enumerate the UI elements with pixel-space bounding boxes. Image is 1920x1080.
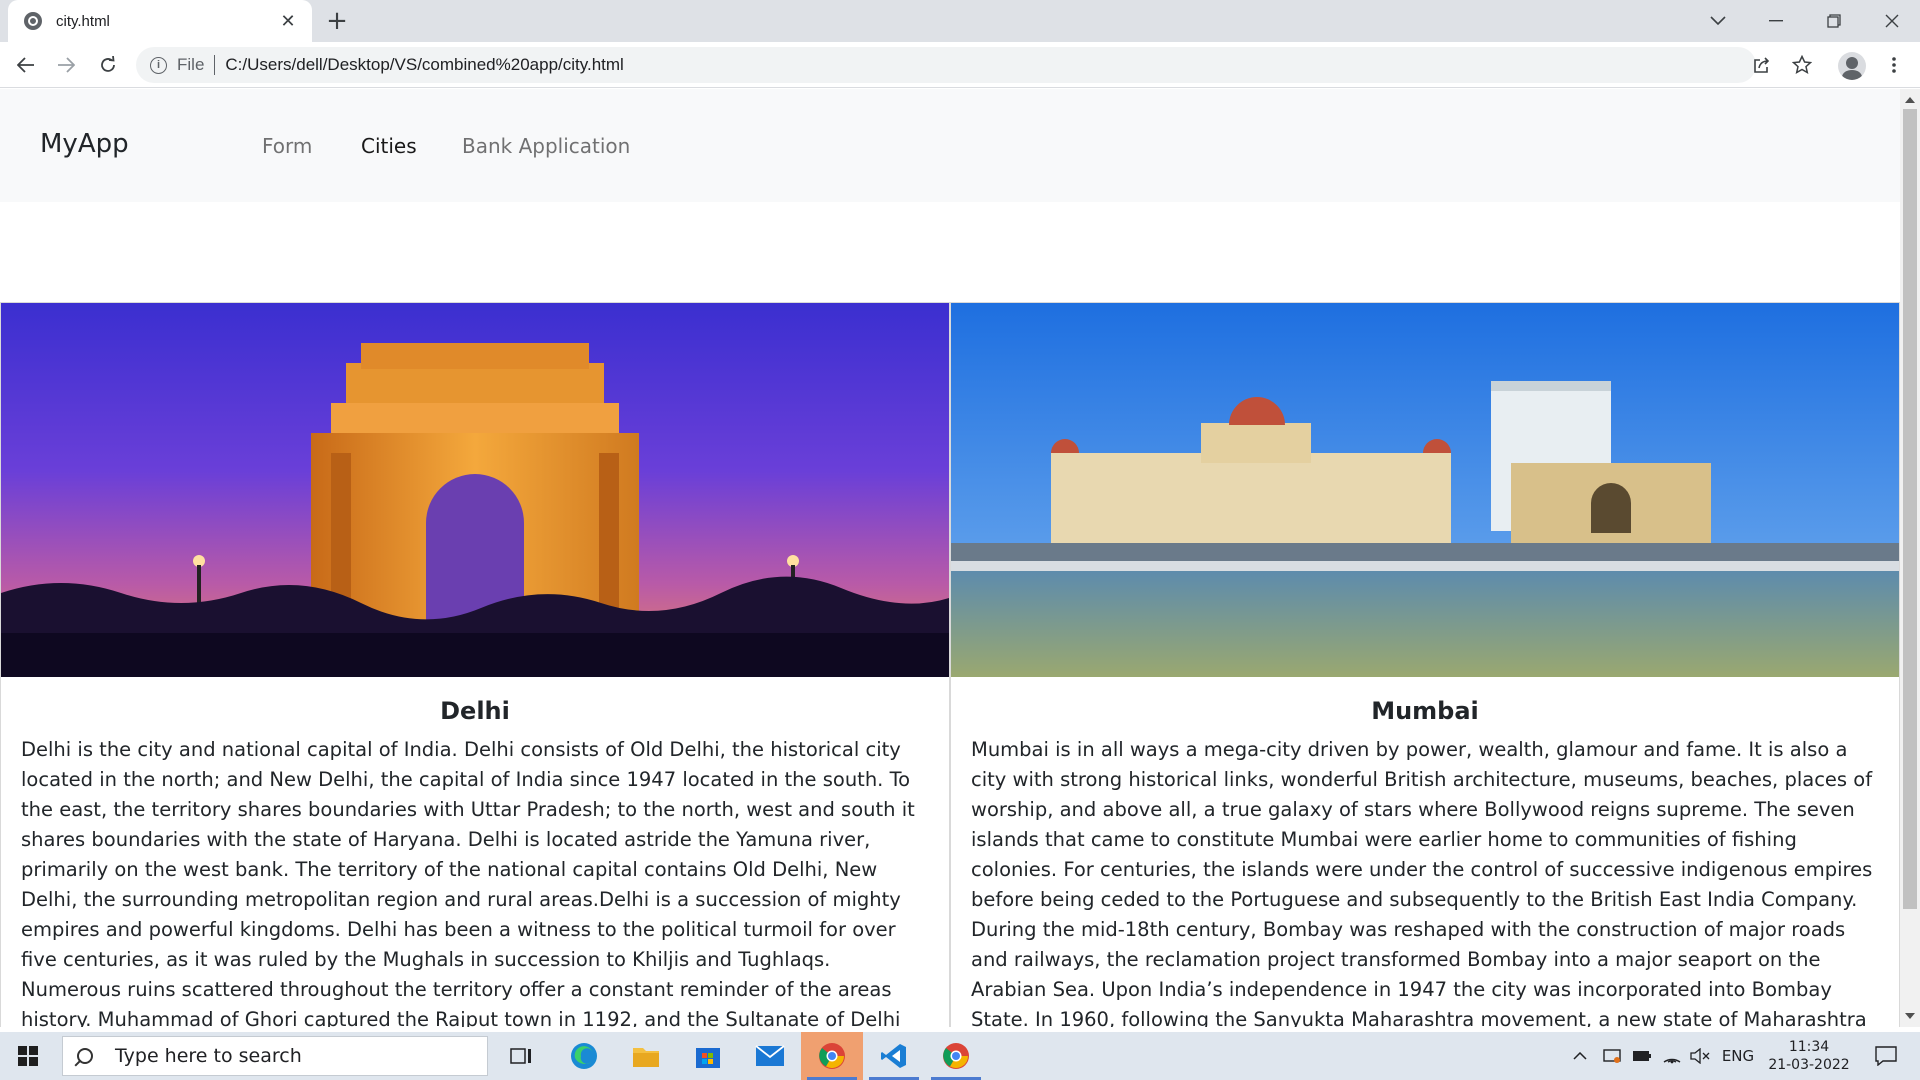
profile-icon[interactable] [1838, 52, 1866, 80]
india-gate-image [1, 303, 949, 677]
back-icon[interactable] [10, 49, 42, 81]
browser-tab-strip: city.html ✕ + [0, 0, 1920, 42]
taskbar-search-placeholder: Type here to search [115, 1045, 302, 1067]
url-text[interactable]: C:/Users/dell/Desktop/VS/combined%20app/… [225, 55, 623, 75]
minimize-window-icon[interactable] [1748, 0, 1804, 42]
language-indicator[interactable]: ENG [1718, 1032, 1758, 1080]
close-window-icon[interactable] [1864, 0, 1920, 42]
tab-search-chevron-icon[interactable] [1690, 0, 1746, 42]
page-scrollbar[interactable] [1900, 89, 1920, 1027]
city-card-mumbai: Mumbai Mumbai is in all ways a mega-city… [950, 302, 1900, 1027]
page-viewport: MyApp Form Cities Bank Application Delhi… [0, 89, 1900, 1027]
windows-taskbar: Type here to search ENG 11:34 21-03-2022 [0, 1032, 1920, 1080]
clock-time: 11:34 [1788, 1039, 1830, 1055]
search-icon [77, 1048, 93, 1064]
meet-now-icon[interactable] [1600, 1032, 1624, 1080]
wifi-icon[interactable] [1660, 1032, 1684, 1080]
clock-date: 21-03-2022 [1768, 1057, 1850, 1073]
mumbai-taj-gateway-image [951, 303, 1899, 677]
address-bar[interactable]: i File C:/Users/dell/Desktop/VS/combined… [136, 47, 1756, 83]
taskbar-clock[interactable]: 11:34 21-03-2022 [1764, 1038, 1854, 1074]
new-tab-button[interactable]: + [320, 6, 354, 36]
browser-tab[interactable]: city.html ✕ [8, 0, 312, 42]
store-icon[interactable] [677, 1032, 739, 1080]
card-text-mumbai: Mumbai is in all ways a mega-city driven… [971, 738, 1873, 1027]
brand-logo[interactable]: MyApp [40, 129, 129, 159]
restore-window-icon[interactable] [1806, 0, 1862, 42]
url-scheme: File [177, 55, 205, 74]
menu-icon[interactable] [1880, 51, 1908, 79]
close-tab-icon[interactable]: ✕ [276, 9, 300, 33]
chrome-profile-icon[interactable] [801, 1032, 863, 1080]
scroll-down-arrow-icon[interactable] [1905, 1013, 1915, 1019]
vscode-icon[interactable] [863, 1032, 925, 1080]
edge-icon[interactable] [553, 1032, 615, 1080]
share-icon[interactable] [1748, 51, 1776, 79]
reload-icon[interactable] [92, 49, 124, 81]
scroll-up-arrow-icon[interactable] [1905, 97, 1915, 103]
task-view-icon[interactable] [490, 1032, 552, 1080]
chrome-icon[interactable] [925, 1032, 987, 1080]
url-separator [214, 55, 216, 75]
city-card-delhi: Delhi Delhi is the city and national cap… [0, 302, 950, 1027]
app-navbar: MyApp Form Cities Bank Application [0, 89, 1900, 202]
nav-link-cities[interactable]: Cities [361, 134, 417, 158]
file-explorer-icon[interactable] [615, 1032, 677, 1080]
card-title-delhi: Delhi [440, 697, 510, 725]
scroll-thumb[interactable] [1903, 109, 1917, 909]
nav-link-form[interactable]: Form [262, 134, 312, 158]
chevron-up-icon[interactable] [1570, 1032, 1590, 1080]
forward-icon[interactable] [50, 49, 82, 81]
star-icon[interactable] [1788, 51, 1816, 79]
nav-link-bank-application[interactable]: Bank Application [462, 134, 630, 158]
browser-toolbar: i File C:/Users/dell/Desktop/VS/combined… [0, 42, 1920, 88]
taskbar-search-box[interactable]: Type here to search [62, 1036, 488, 1076]
volume-muted-icon[interactable] [1688, 1032, 1712, 1080]
battery-icon[interactable] [1630, 1032, 1654, 1080]
card-title-mumbai: Mumbai [1371, 697, 1479, 725]
windows-start-icon[interactable] [0, 1032, 56, 1080]
notifications-icon[interactable] [1866, 1032, 1906, 1080]
globe-icon [24, 12, 42, 30]
card-text-delhi: Delhi is the city and national capital o… [21, 738, 915, 1027]
info-icon[interactable]: i [150, 56, 167, 74]
city-cards: Delhi Delhi is the city and national cap… [0, 302, 1900, 1027]
tab-title: city.html [56, 12, 110, 30]
mail-icon[interactable] [739, 1032, 801, 1080]
